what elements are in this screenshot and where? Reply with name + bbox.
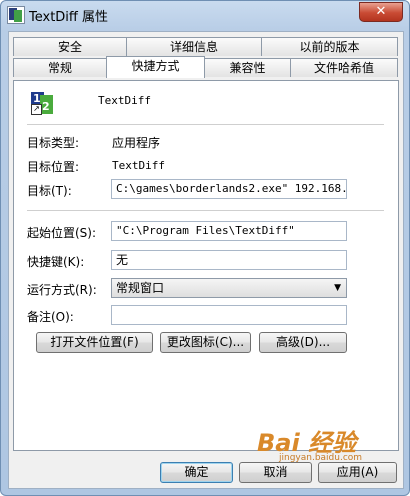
target-type-label: 目标类型: <box>27 136 80 150</box>
window-title: TextDiff 属性 <box>29 10 109 25</box>
tab-compatibility[interactable]: 兼容性 <box>204 58 291 77</box>
start-in-field[interactable]: "C:\Program Files\TextDiff" <box>111 221 347 241</box>
close-button[interactable]: ✕ <box>359 2 403 22</box>
tab-label: 兼容性 <box>229 61 266 75</box>
tab-details[interactable]: 详细信息 <box>126 37 262 56</box>
tab-previous-versions[interactable]: 以前的版本 <box>261 37 398 56</box>
watermark-logo: Bai 经验 jingyan.baidu.com <box>251 421 401 469</box>
tab-general[interactable]: 常规 <box>13 58 107 77</box>
tab-row-top: 安全 详细信息 以前的版本 <box>13 37 398 56</box>
target-location-value: TextDiff <box>112 159 165 172</box>
advanced-button[interactable]: 高级(D)... <box>259 332 347 353</box>
watermark-url: jingyan.baidu.com <box>279 453 363 463</box>
run-select-value: 常规窗口 <box>116 281 165 295</box>
target-location-label: 目标位置: <box>27 160 80 174</box>
tab-label: 文件哈希值 <box>313 61 374 75</box>
tab-file-hashes[interactable]: 文件哈希值 <box>290 58 398 77</box>
target-field-value: C:\games\borderlands2.exe" 192.168.1.3 <box>116 182 347 195</box>
shortcut-name: TextDiff <box>98 94 151 107</box>
chevron-down-icon: ▼ <box>334 283 341 293</box>
tab-shortcut[interactable]: 快捷方式 <box>106 56 205 78</box>
comment-label: 备注(O): <box>27 310 74 324</box>
title-bar[interactable]: TextDiff 属性 ✕ <box>1 1 409 27</box>
tab-label: 安全 <box>57 40 82 54</box>
tab-label: 常规 <box>47 61 72 75</box>
ok-button[interactable]: 确定 <box>160 462 233 483</box>
run-select[interactable]: 常规窗口 ▼ <box>111 278 347 298</box>
comment-field[interactable] <box>111 305 347 325</box>
shortcut-key-field[interactable]: 无 <box>111 250 347 270</box>
target-field[interactable]: C:\games\borderlands2.exe" 192.168.1.3 <box>111 179 347 199</box>
target-label: 目标(T): <box>27 184 72 198</box>
change-icon-button[interactable]: 更改图标(C)... <box>160 332 251 353</box>
target-type-value: 应用程序 <box>112 136 161 150</box>
tab-label: 快捷方式 <box>131 59 180 73</box>
run-label: 运行方式(R): <box>27 283 97 297</box>
divider <box>27 124 384 125</box>
open-file-location-button[interactable]: 打开文件位置(F) <box>36 332 153 353</box>
shortcut-key-label: 快捷键(K): <box>27 255 85 269</box>
tab-security[interactable]: 安全 <box>13 37 127 56</box>
properties-window: TextDiff 属性 ✕ 安全 详细信息 以前的版本 常规 快捷方式 兼容性 … <box>0 0 410 496</box>
shortcut-arrow-icon: ↗ <box>31 104 42 115</box>
tab-label: 详细信息 <box>169 40 218 54</box>
app-icon <box>7 6 25 24</box>
divider <box>27 210 384 211</box>
start-in-label: 起始位置(S): <box>27 226 97 240</box>
shortcut-icon: 1 2 ↗ <box>31 92 53 115</box>
tab-row-bottom: 常规 快捷方式 兼容性 文件哈希值 <box>13 56 398 78</box>
close-icon: ✕ <box>375 4 387 19</box>
tab-label: 以前的版本 <box>299 40 360 54</box>
